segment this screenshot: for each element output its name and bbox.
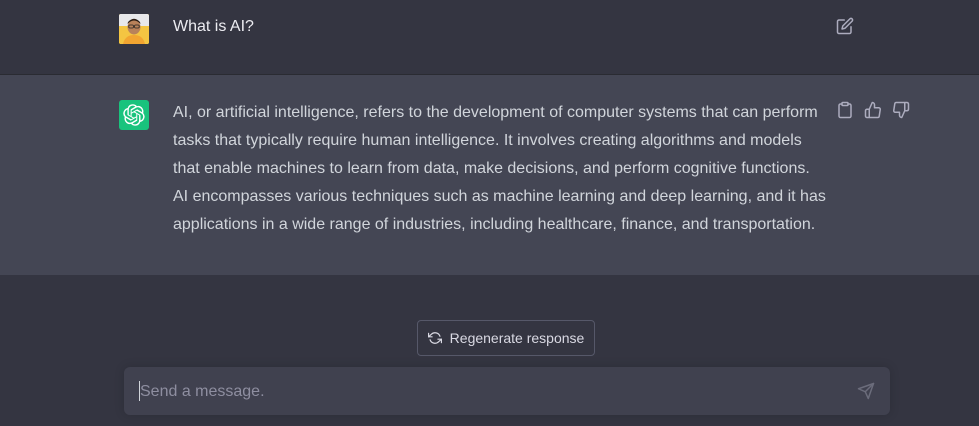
assistant-message-text: AI, or artificial intelligence, refers t… [173,104,826,233]
send-icon[interactable] [857,382,875,400]
chat-page: What is AI? AI, or artificial intelligen… [0,0,979,426]
user-photo-icon [119,14,149,44]
message-composer [124,367,890,417]
user-avatar [119,14,149,44]
message-input[interactable] [138,367,832,417]
message-actions [836,101,910,121]
openai-logo-icon [119,100,149,130]
user-message-text: What is AI? [173,18,254,35]
copy-icon[interactable] [836,101,854,119]
refresh-icon [427,331,442,345]
thumbs-up-icon[interactable] [864,101,882,119]
assistant-message-row: AI, or artificial intelligence, refers t… [0,75,979,275]
regenerate-response-button[interactable]: Regenerate response [417,320,595,356]
edit-icon[interactable] [836,17,854,35]
thumbs-down-icon[interactable] [892,101,910,119]
regenerate-label: Regenerate response [449,330,585,346]
user-message-row: What is AI? [0,0,979,75]
text-caret [139,381,140,401]
